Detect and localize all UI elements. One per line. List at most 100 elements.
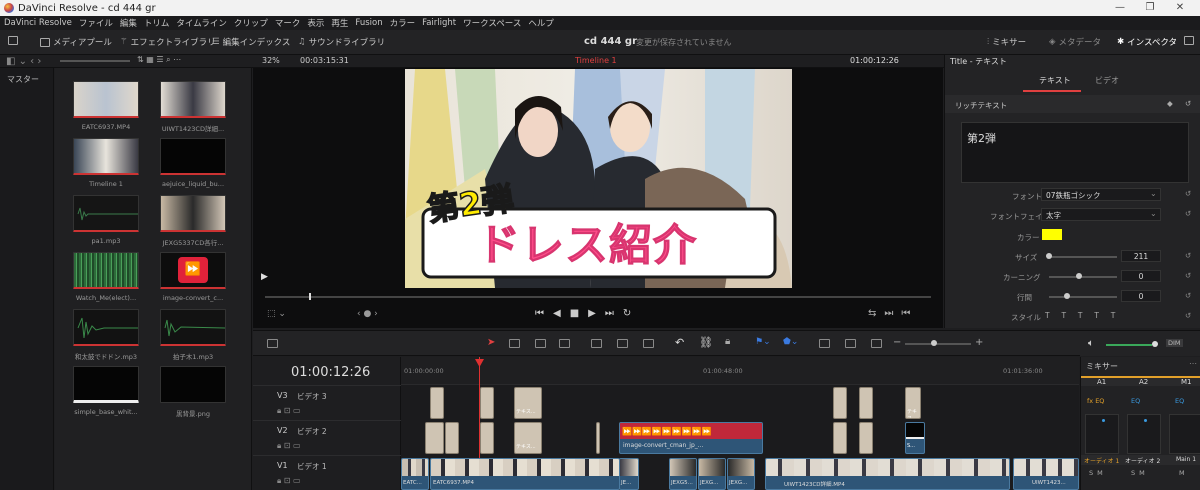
kerning-field[interactable]: 0 bbox=[1121, 270, 1161, 282]
bin-master[interactable]: マスター bbox=[7, 74, 39, 85]
title-clip[interactable] bbox=[859, 387, 873, 419]
track-controls-icons[interactable]: 🔒︎ ⊡ ▭ bbox=[277, 406, 301, 416]
menu-item-edit[interactable]: 編集 bbox=[120, 17, 137, 29]
solo-mute-buttons[interactable]: SM bbox=[1131, 469, 1149, 477]
menu-item-color[interactable]: カラー bbox=[390, 17, 416, 29]
size-slider[interactable] bbox=[1049, 256, 1117, 258]
timeline-zoom-slider[interactable] bbox=[905, 343, 971, 345]
dim-button[interactable]: DIM bbox=[1166, 339, 1183, 347]
media-clip[interactable]: 和太鼓でドドン.mp3 bbox=[73, 309, 139, 361]
menu-item-help[interactable]: ヘルプ bbox=[528, 17, 554, 29]
zoom-custom-icon[interactable] bbox=[871, 339, 882, 348]
overwrite-clip-icon[interactable] bbox=[617, 339, 628, 348]
kerning-slider[interactable] bbox=[1049, 276, 1117, 278]
insert-clip-icon[interactable] bbox=[591, 339, 602, 348]
size-slider-handle[interactable] bbox=[1046, 253, 1052, 259]
menu-item-app[interactable]: DaVinci Resolve bbox=[4, 18, 72, 28]
volume-slider[interactable] bbox=[1106, 344, 1152, 346]
snapping-icon[interactable]: ↶ bbox=[675, 336, 684, 349]
menu-item-clip[interactable]: クリップ bbox=[234, 17, 268, 29]
more-options-icon[interactable]: ⋯ bbox=[1189, 359, 1197, 368]
media-clip[interactable]: EATC6937.MP4 bbox=[73, 81, 139, 131]
color-swatch[interactable] bbox=[1042, 229, 1062, 240]
blade-tool-icon[interactable] bbox=[559, 339, 570, 348]
zoom-in-icon[interactable]: + bbox=[975, 337, 983, 348]
jog-control-icon[interactable]: ‹ ● › bbox=[357, 309, 378, 319]
text-input[interactable]: 第2弾 bbox=[961, 122, 1189, 183]
viewer-scrubber[interactable] bbox=[265, 296, 931, 298]
track-header-v3[interactable]: V3 ビデオ 3 🔒︎ ⊡ ▭ bbox=[253, 385, 401, 420]
video-clip[interactable]: UIWT1423CD詳細.MP4 bbox=[765, 458, 1010, 490]
zoom-out-icon[interactable]: − bbox=[893, 337, 901, 348]
menu-item-fusion[interactable]: Fusion bbox=[355, 18, 382, 28]
reset-icon[interactable]: ↺ bbox=[1185, 311, 1191, 320]
track-controls-icons[interactable]: 🔒︎ ⊡ ▭ bbox=[277, 441, 301, 451]
eq-icon[interactable]: EQ bbox=[1131, 397, 1140, 405]
layout-toggle-button[interactable] bbox=[8, 36, 18, 45]
title-clip[interactable] bbox=[430, 387, 444, 419]
leading-field[interactable]: 0 bbox=[1121, 290, 1161, 302]
media-clip[interactable]: pa1.mp3 bbox=[73, 195, 139, 245]
menu-item-mark[interactable]: マーク bbox=[275, 17, 301, 29]
trim-tool-icon[interactable] bbox=[509, 339, 520, 348]
title-clip[interactable]: テキス... bbox=[514, 387, 542, 419]
sort-icon[interactable]: ⇅ ▦ ☰ ⌕ ⋯ bbox=[137, 55, 181, 65]
scrubber-playhead[interactable] bbox=[309, 293, 311, 300]
replace-clip-icon[interactable] bbox=[643, 339, 654, 348]
video-clip[interactable]: EATC6937.MP4 bbox=[430, 458, 620, 490]
title-clip[interactable] bbox=[833, 422, 847, 454]
menu-item-fairlight[interactable]: Fairlight bbox=[422, 18, 456, 28]
zoom-full-icon[interactable] bbox=[819, 339, 830, 348]
collapse-button[interactable] bbox=[1184, 36, 1194, 45]
pan-control[interactable] bbox=[1127, 414, 1161, 454]
keyframe-icon[interactable]: ◆ bbox=[1167, 99, 1173, 108]
title-clip[interactable] bbox=[425, 422, 444, 454]
menu-item-playback[interactable]: 再生 bbox=[331, 17, 348, 29]
zoom-level[interactable]: 32% bbox=[262, 56, 280, 65]
zoom-detail-icon[interactable] bbox=[845, 339, 856, 348]
viewer-extra-controls[interactable]: ⇆⏭⏮ bbox=[868, 308, 918, 319]
sound-library-button[interactable]: ♫ サウンドライブラリ bbox=[298, 36, 385, 48]
inspector-button[interactable]: ✱ インスペクタ bbox=[1117, 36, 1177, 48]
selection-tool-icon[interactable]: ➤ bbox=[487, 337, 495, 348]
track-header-v2[interactable]: V2 ビデオ 2 🔒︎ ⊡ ▭ bbox=[253, 420, 401, 455]
title-clip[interactable]: テキス... bbox=[905, 387, 921, 419]
eq-icon[interactable]: EQ bbox=[1175, 397, 1184, 405]
track-header-v1[interactable]: V1 ビデオ 1 🔒︎ ⊡ ▭ bbox=[253, 455, 401, 490]
image-convert-clip[interactable]: ⏩⏩⏩⏩⏩⏩⏩⏩⏩ image-convert_cman_jp_... bbox=[619, 422, 763, 454]
tab-text[interactable]: テキスト bbox=[1039, 75, 1071, 86]
title-clip[interactable] bbox=[859, 422, 873, 454]
media-clip[interactable]: 拍子木1.mp3 bbox=[160, 309, 226, 361]
leading-slider-handle[interactable] bbox=[1064, 293, 1070, 299]
video-clip[interactable]: JEXG5... bbox=[669, 458, 697, 490]
text-style-buttons[interactable]: TTTTT bbox=[1045, 311, 1127, 320]
fx-eq-icon[interactable]: fx EQ bbox=[1087, 397, 1104, 405]
media-pool-button[interactable]: メディアプール bbox=[40, 36, 112, 48]
media-clip[interactable]: UIWT1423CD詳細... bbox=[160, 81, 226, 133]
menu-item-view[interactable]: 表示 bbox=[307, 17, 324, 29]
reset-icon[interactable]: ↺ bbox=[1185, 291, 1191, 300]
reset-icon[interactable]: ↺ bbox=[1185, 271, 1191, 280]
link-icon[interactable]: ⛓ bbox=[699, 336, 713, 349]
reset-icon[interactable]: ↺ bbox=[1185, 189, 1191, 198]
video-clip[interactable]: JEXG... bbox=[727, 458, 755, 490]
timeline-view-icon[interactable] bbox=[267, 339, 278, 348]
timeline-tracks[interactable]: 01:00:00:00 01:00:48:00 01:01:36:00 テキス.… bbox=[401, 357, 1079, 490]
transport-controls[interactable]: ⏮◀■▶⏭↻ bbox=[535, 308, 640, 319]
video-clip[interactable]: UIWT1423... bbox=[1013, 458, 1079, 490]
size-field[interactable]: 211 bbox=[1121, 250, 1161, 262]
timeline-ruler[interactable]: 01:00:00:00 01:00:48:00 01:01:36:00 bbox=[401, 357, 1079, 385]
flag-icon[interactable]: ⚑⌄ bbox=[755, 337, 771, 347]
mute-button[interactable]: M bbox=[1179, 469, 1185, 477]
title-clip[interactable] bbox=[480, 387, 494, 419]
panel-toggle-icon[interactable]: ◧ ⌄ ‹ › bbox=[6, 56, 41, 67]
title-clip[interactable] bbox=[833, 387, 847, 419]
font-select[interactable]: 07鉄瓶ゴシック ⌄ bbox=[1041, 188, 1161, 201]
leading-slider[interactable] bbox=[1049, 296, 1117, 298]
timeline-zoom-handle[interactable] bbox=[931, 340, 937, 346]
font-face-select[interactable]: 太字 ⌄ bbox=[1041, 208, 1161, 221]
pan-control[interactable] bbox=[1085, 414, 1119, 454]
volume-handle[interactable] bbox=[1152, 341, 1158, 347]
video-clip[interactable]: JE... bbox=[619, 458, 639, 490]
reset-icon[interactable]: ↺ bbox=[1185, 99, 1191, 108]
